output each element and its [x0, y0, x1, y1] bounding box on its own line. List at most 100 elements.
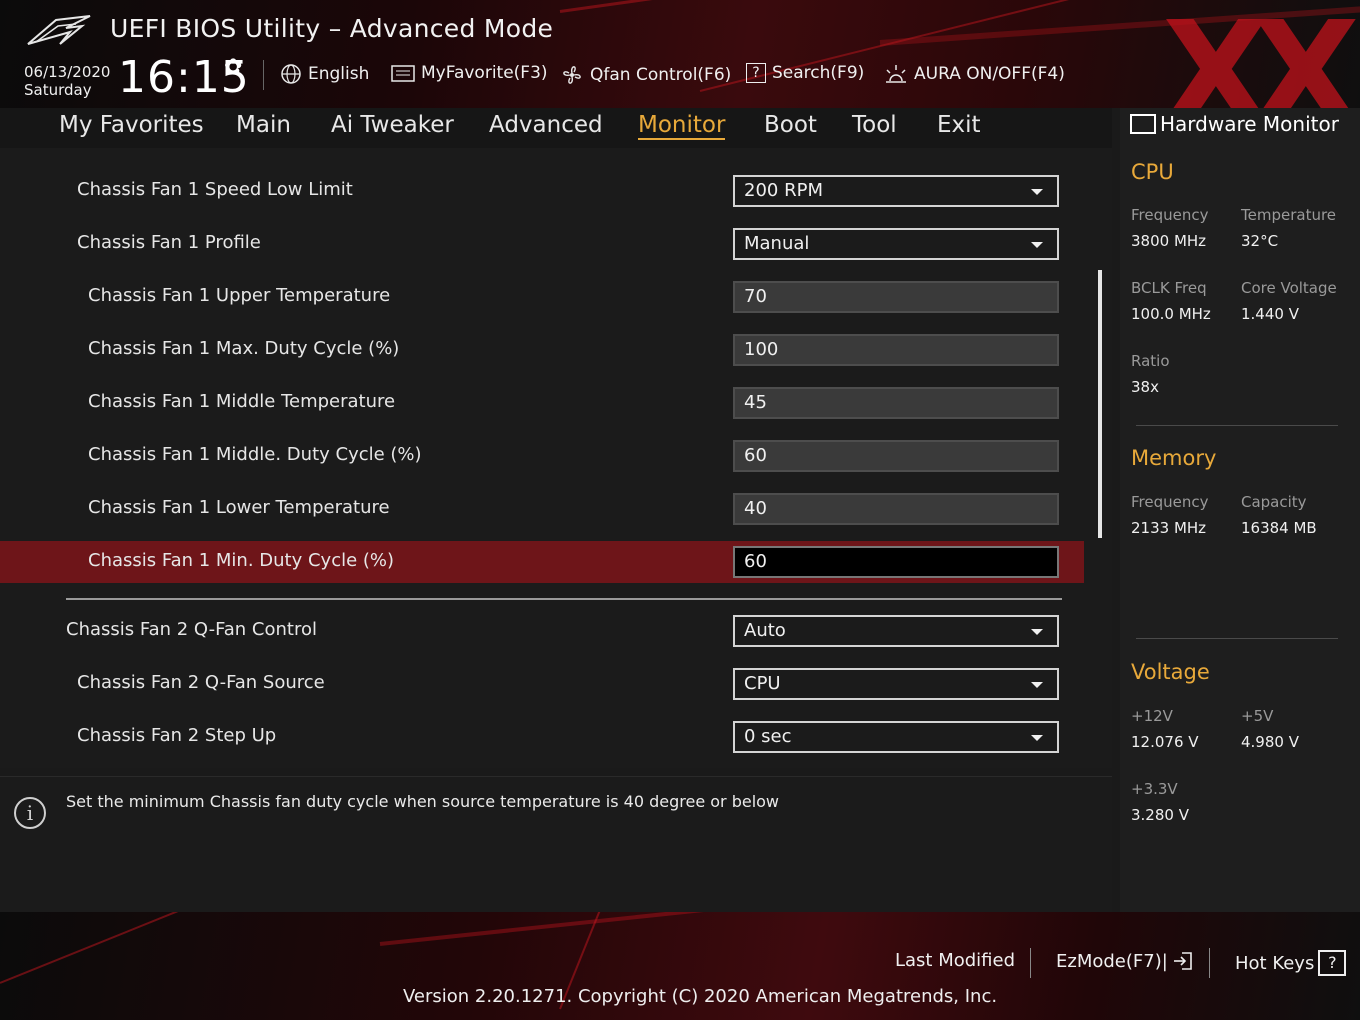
setting-label: Chassis Fan 1 Profile — [77, 232, 261, 253]
language-button[interactable]: English — [280, 63, 369, 85]
hardware-monitor-label: Hardware Monitor — [1160, 112, 1339, 136]
setting-row[interactable]: Chassis Fan 1 Speed Low Limit 200 RPM — [0, 170, 1084, 212]
memory-frequency-label: Frequency — [1131, 493, 1209, 511]
setting-label: Chassis Fan 1 Middle Temperature — [88, 391, 396, 412]
setting-dropdown[interactable]: Manual — [733, 228, 1059, 260]
setting-label: Chassis Fan 1 Speed Low Limit — [77, 179, 353, 200]
settings-scrollbar[interactable] — [1098, 270, 1102, 538]
input-value: 100 — [744, 339, 779, 360]
setting-row[interactable]: Chassis Fan 1 Middle Temperature 45 — [0, 382, 1084, 424]
setting-input[interactable]: 60 — [733, 440, 1059, 472]
hotkeys-button[interactable]: Hot Keys ? — [1235, 950, 1347, 976]
hotkeys-label: Hot Keys — [1235, 952, 1315, 974]
setting-row[interactable]: Chassis Fan 2 Q-Fan Source CPU — [0, 663, 1084, 705]
help-panel: i Set the minimum Chassis fan duty cycle… — [0, 776, 1112, 913]
myfavorite-button[interactable]: MyFavorite(F3) — [391, 63, 548, 83]
date-text: 06/13/2020 — [24, 63, 111, 81]
setting-row[interactable]: Chassis Fan 1 Upper Temperature 70 — [0, 276, 1084, 318]
setting-input[interactable]: 45 — [733, 387, 1059, 419]
setting-input-active[interactable]: 60 — [733, 546, 1059, 578]
bclk-value: 100.0 MHz — [1131, 305, 1211, 323]
header-bar: UEFI BIOS Utility – Advanced Mode 06/13/… — [0, 0, 1360, 108]
setting-row[interactable]: Chassis Fan 2 Step Up 0 sec — [0, 716, 1084, 758]
hardware-monitor-panel: Hardware Monitor CPU Frequency Temperatu… — [1120, 108, 1360, 912]
setting-dropdown[interactable]: 0 sec — [733, 721, 1059, 753]
input-value: 70 — [744, 286, 767, 307]
main-tab-bar: My Favorites Main Ai Tweaker Advanced Mo… — [0, 108, 1112, 149]
setting-label: Chassis Fan 2 Q-Fan Control — [66, 619, 317, 640]
aura-label: AURA ON/OFF(F4) — [914, 64, 1065, 84]
tab-ai-tweaker[interactable]: Ai Tweaker — [331, 112, 454, 138]
cpu-heading: CPU — [1131, 160, 1174, 184]
caret-down-icon — [1031, 189, 1043, 195]
v5-label: +5V — [1241, 707, 1274, 725]
setting-input[interactable]: 100 — [733, 334, 1059, 366]
setting-row[interactable]: Chassis Fan 1 Lower Temperature 40 — [0, 488, 1084, 530]
input-value: 40 — [744, 498, 767, 519]
qfan-control-label: Qfan Control(F6) — [590, 65, 732, 85]
setting-input[interactable]: 40 — [733, 493, 1059, 525]
input-value: 60 — [744, 551, 767, 572]
ezmode-label: EzMode(F7)| — [1056, 950, 1168, 972]
voltage-heading: Voltage — [1131, 660, 1210, 684]
tab-boot[interactable]: Boot — [764, 112, 817, 138]
setting-row[interactable]: Chassis Fan 1 Profile Manual — [0, 223, 1084, 265]
monitor-icon — [1130, 114, 1156, 134]
help-text: Set the minimum Chassis fan duty cycle w… — [66, 792, 780, 811]
tab-advanced[interactable]: Advanced — [489, 112, 603, 138]
bclk-label: BCLK Freq — [1131, 279, 1207, 297]
setting-dropdown[interactable]: CPU — [733, 668, 1059, 700]
caret-down-icon — [1031, 682, 1043, 688]
v12-value: 12.076 V — [1131, 733, 1199, 751]
tab-my-favorites[interactable]: My Favorites — [59, 112, 204, 138]
tab-exit[interactable]: Exit — [937, 112, 981, 138]
setting-dropdown[interactable]: 200 RPM — [733, 175, 1059, 207]
input-value: 60 — [744, 445, 767, 466]
last-modified-label: Last Modified — [895, 950, 1016, 971]
search-box-icon: ? — [746, 63, 766, 83]
v5-value: 4.980 V — [1241, 733, 1299, 751]
setting-label: Chassis Fan 1 Min. Duty Cycle (%) — [88, 550, 395, 571]
search-label: Search(F9) — [772, 63, 865, 83]
memory-capacity-label: Capacity — [1241, 493, 1307, 511]
help-box-icon: ? — [1318, 950, 1347, 976]
tab-monitor[interactable]: Monitor — [638, 112, 726, 140]
memory-heading: Memory — [1131, 446, 1217, 470]
v33-label: +3.3V — [1131, 780, 1178, 798]
search-button[interactable]: ? Search(F9) — [746, 63, 864, 83]
ezmode-button[interactable]: EzMode(F7)| — [1056, 950, 1194, 972]
setting-row[interactable]: Chassis Fan 2 Q-Fan Control Auto — [0, 610, 1084, 652]
setting-row[interactable]: Chassis Fan 1 Max. Duty Cycle (%) 100 — [0, 329, 1084, 371]
memory-frequency-value: 2133 MHz — [1131, 519, 1207, 537]
day-text: Saturday — [24, 81, 92, 99]
decor-streak — [379, 912, 898, 946]
setting-label: Chassis Fan 1 Max. Duty Cycle (%) — [88, 338, 400, 359]
setting-input[interactable]: 70 — [733, 281, 1059, 313]
qfan-control-button[interactable]: Qfan Control(F6) — [560, 63, 731, 87]
language-label: English — [308, 64, 370, 84]
fan-icon — [563, 66, 581, 84]
last-modified-button[interactable]: Last Modified — [895, 950, 1015, 971]
gear-icon[interactable]: ✿ — [224, 55, 242, 80]
core-voltage-label: Core Voltage — [1241, 279, 1337, 297]
cpu-frequency-value: 3800 MHz — [1131, 232, 1207, 250]
hardware-monitor-title: Hardware Monitor — [1130, 112, 1339, 136]
aura-toggle-button[interactable]: AURA ON/OFF(F4) — [884, 63, 1065, 85]
v12-label: +12V — [1131, 707, 1173, 725]
favorite-list-icon — [391, 65, 415, 82]
setting-dropdown[interactable]: Auto — [733, 615, 1059, 647]
setting-label: Chassis Fan 2 Step Up — [77, 725, 277, 746]
myfavorite-label: MyFavorite(F3) — [421, 63, 548, 83]
ratio-label: Ratio — [1131, 352, 1170, 370]
setting-row-selected[interactable]: Chassis Fan 1 Min. Duty Cycle (%) 60 — [0, 541, 1084, 583]
caret-down-icon — [1031, 629, 1043, 635]
tab-main[interactable]: Main — [236, 112, 291, 138]
v33-value: 3.280 V — [1131, 806, 1189, 824]
setting-row[interactable]: Chassis Fan 1 Middle. Duty Cycle (%) 60 — [0, 435, 1084, 477]
decor-streak — [0, 912, 242, 984]
tab-tool[interactable]: Tool — [852, 112, 897, 138]
info-icon: i — [14, 797, 46, 829]
settings-panel: Chassis Fan 1 Speed Low Limit 200 RPM Ch… — [0, 148, 1112, 768]
dropdown-value: 0 sec — [744, 726, 792, 747]
cpu-temperature-value: 32°C — [1241, 232, 1279, 250]
